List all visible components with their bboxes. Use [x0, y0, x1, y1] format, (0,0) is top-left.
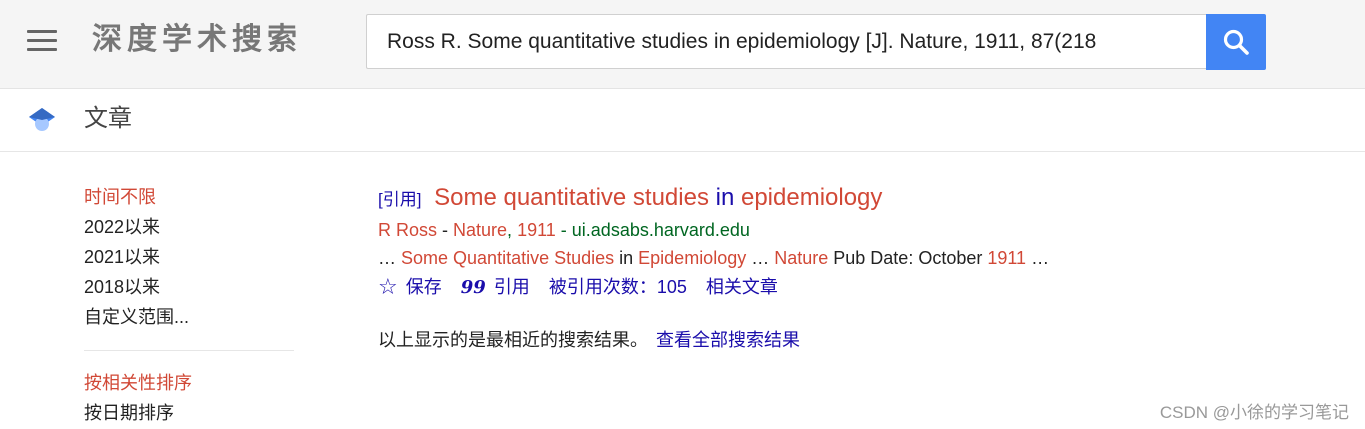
search-button[interactable]	[1206, 14, 1266, 70]
snippet-highlight: Nature	[774, 248, 829, 268]
snippet-text: …	[1026, 248, 1050, 268]
meta-sep-2: -	[555, 220, 572, 240]
filter-since-2021[interactable]: 2021以来	[84, 242, 294, 272]
snippet-text: …	[746, 248, 775, 268]
snippet-highlight: Epidemiology	[638, 248, 747, 268]
save-label: 保存	[405, 277, 442, 297]
cite-label: 引用	[493, 277, 530, 297]
save-action[interactable]: ☆ 保存	[378, 272, 442, 302]
result-snippet: … Some Quantitative Studies in Epidemiol…	[378, 244, 1278, 272]
filter-since-2022[interactable]: 2022以来	[84, 212, 294, 242]
result-title-row: [引用] Some quantitative studies in epidem…	[378, 182, 1278, 216]
meta-sep-1: -	[437, 220, 454, 240]
quote-icon: 99	[460, 277, 486, 298]
snippet-highlight: 1911	[987, 248, 1027, 268]
hamburger-menu-icon[interactable]	[27, 30, 57, 52]
snippet-text: in	[614, 248, 639, 268]
filter-custom-range[interactable]: 自定义范围...	[84, 302, 294, 332]
title-part-2: in	[715, 184, 735, 211]
section-title: 文章	[84, 105, 132, 132]
snippet-highlight: Some Quantitative Studies	[401, 248, 615, 268]
graduation-cap-icon	[29, 108, 55, 131]
results-note: 以上显示的是最相近的搜索结果。 查看全部搜索结果	[378, 325, 800, 355]
search-box[interactable]	[366, 14, 1206, 69]
search-icon	[1223, 29, 1249, 55]
sort-by-relevance[interactable]: 按相关性排序	[84, 368, 294, 398]
star-icon: ☆	[378, 274, 398, 299]
title-part-3: epidemiology	[740, 184, 883, 211]
result-year: 1911	[517, 220, 556, 240]
filter-since-2018[interactable]: 2018以来	[84, 272, 294, 302]
site-logo[interactable]: 深度学术搜索	[92, 20, 302, 60]
title-part-1: Some quantitative studies	[434, 184, 709, 211]
search-result: [引用] Some quantitative studies in epidem…	[378, 182, 1278, 303]
snippet-text: Pub Date: October	[828, 248, 988, 268]
sidebar: 时间不限 2022以来 2021以来 2018以来 自定义范围... 按相关性排…	[84, 182, 294, 428]
section-bar: 文章	[0, 89, 1365, 152]
top-bar: 深度学术搜索	[0, 0, 1365, 89]
sidebar-divider	[84, 350, 294, 351]
search-input[interactable]	[367, 15, 1206, 68]
result-source: ui.adsabs.harvard.edu	[571, 220, 750, 240]
view-all-results-link[interactable]: 查看全部搜索结果	[656, 330, 800, 350]
filter-time-any[interactable]: 时间不限	[84, 182, 294, 212]
result-meta: R Ross - Nature, 1911 - ui.adsabs.harvar…	[378, 216, 1278, 244]
cited-by-link[interactable]: 被引用次数：105	[549, 272, 687, 302]
result-author[interactable]: R Ross	[378, 220, 437, 240]
cite-action[interactable]: 99 引用	[461, 272, 530, 303]
watermark: CSDN @小徐的学习笔记	[1159, 403, 1349, 422]
snippet-text: …	[378, 248, 402, 268]
results-note-text: 以上显示的是最相近的搜索结果。	[378, 330, 648, 350]
citation-tag[interactable]: [引用]	[378, 190, 421, 209]
result-actions: ☆ 保存 99 引用 被引用次数：105 相关文章	[378, 272, 1278, 303]
related-articles-link[interactable]: 相关文章	[706, 272, 778, 302]
result-journal: Nature	[453, 220, 508, 240]
result-title-link[interactable]: Some quantitative studies in epidemiolog…	[434, 184, 882, 211]
meta-comma: ,	[507, 220, 518, 240]
sort-by-date[interactable]: 按日期排序	[84, 398, 294, 428]
